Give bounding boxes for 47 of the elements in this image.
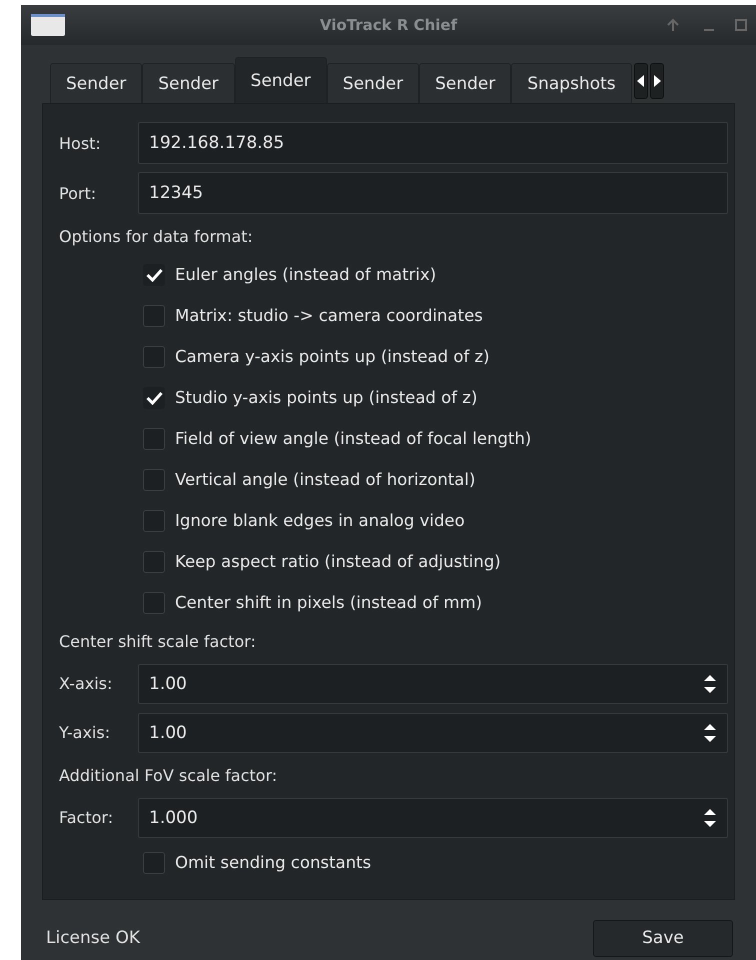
checkbox-label: Center shift in pixels (instead of mm) [175,593,482,612]
checkbox[interactable] [143,592,165,614]
right-arrow-icon [652,75,661,87]
section-heading: Options for data format: [59,226,254,248]
input-field[interactable]: 12345 [138,172,728,214]
checkbox[interactable] [143,264,165,286]
checkbox-label: Keep aspect ratio (instead of adjusting) [175,552,501,571]
field-label: Port: [59,184,98,202]
checkbox[interactable] [143,852,165,874]
tab[interactable]: Sender [234,57,327,103]
checkbox[interactable] [143,510,165,532]
field-label: X-axis: [59,674,114,693]
status-text: License OK [46,928,140,948]
checkbox[interactable] [143,468,165,490]
checkbox-label: Ignore blank edges in analog video [175,511,465,530]
section-heading: Additional FoV scale factor: [59,764,278,786]
field-label: Y-axis: [59,723,112,742]
checkbox-label: Matrix: studio -> camera coordinates [175,306,483,325]
tab[interactable]: Sender [419,63,512,103]
tab[interactable]: Sender [50,63,142,103]
spin-box[interactable]: 1.00 [138,712,728,752]
tab[interactable]: Sender [142,63,235,103]
checkbox-label: Omit sending constants [175,853,372,872]
checkbox[interactable] [143,386,165,408]
spin-box[interactable]: 1.00 [138,664,728,704]
checkbox-label: Field of view angle (instead of focal length) [175,429,532,448]
checkbox[interactable] [143,346,165,368]
spin-box[interactable]: 1.000 [138,798,728,838]
save-button[interactable]: Save [593,920,733,956]
scroll-right-button[interactable] [650,63,664,99]
checkbox[interactable] [143,304,165,326]
left-arrow-icon [636,75,645,87]
checkbox[interactable] [143,428,165,450]
input-field[interactable]: 192.168.178.85 [138,122,728,164]
section-heading: Center shift scale factor: [59,630,257,652]
field-label: Factor: [59,808,114,827]
checkbox-label: Euler angles (instead of matrix) [175,265,436,284]
checkbox[interactable] [143,550,165,572]
tab[interactable]: Snapshots [511,63,632,103]
scroll-left-button[interactable] [634,63,648,99]
window-icon [31,14,65,36]
tab[interactable]: Sender [326,63,420,103]
checkbox-label: Studio y-axis points up (instead of z) [175,388,478,407]
checkbox-label: Vertical angle (instead of horizontal) [175,470,476,489]
checkbox-label: Camera y-axis points up (instead of z) [175,347,490,366]
window-title: VioTrack R Chief [320,16,458,34]
field-label: Host: [59,134,102,152]
